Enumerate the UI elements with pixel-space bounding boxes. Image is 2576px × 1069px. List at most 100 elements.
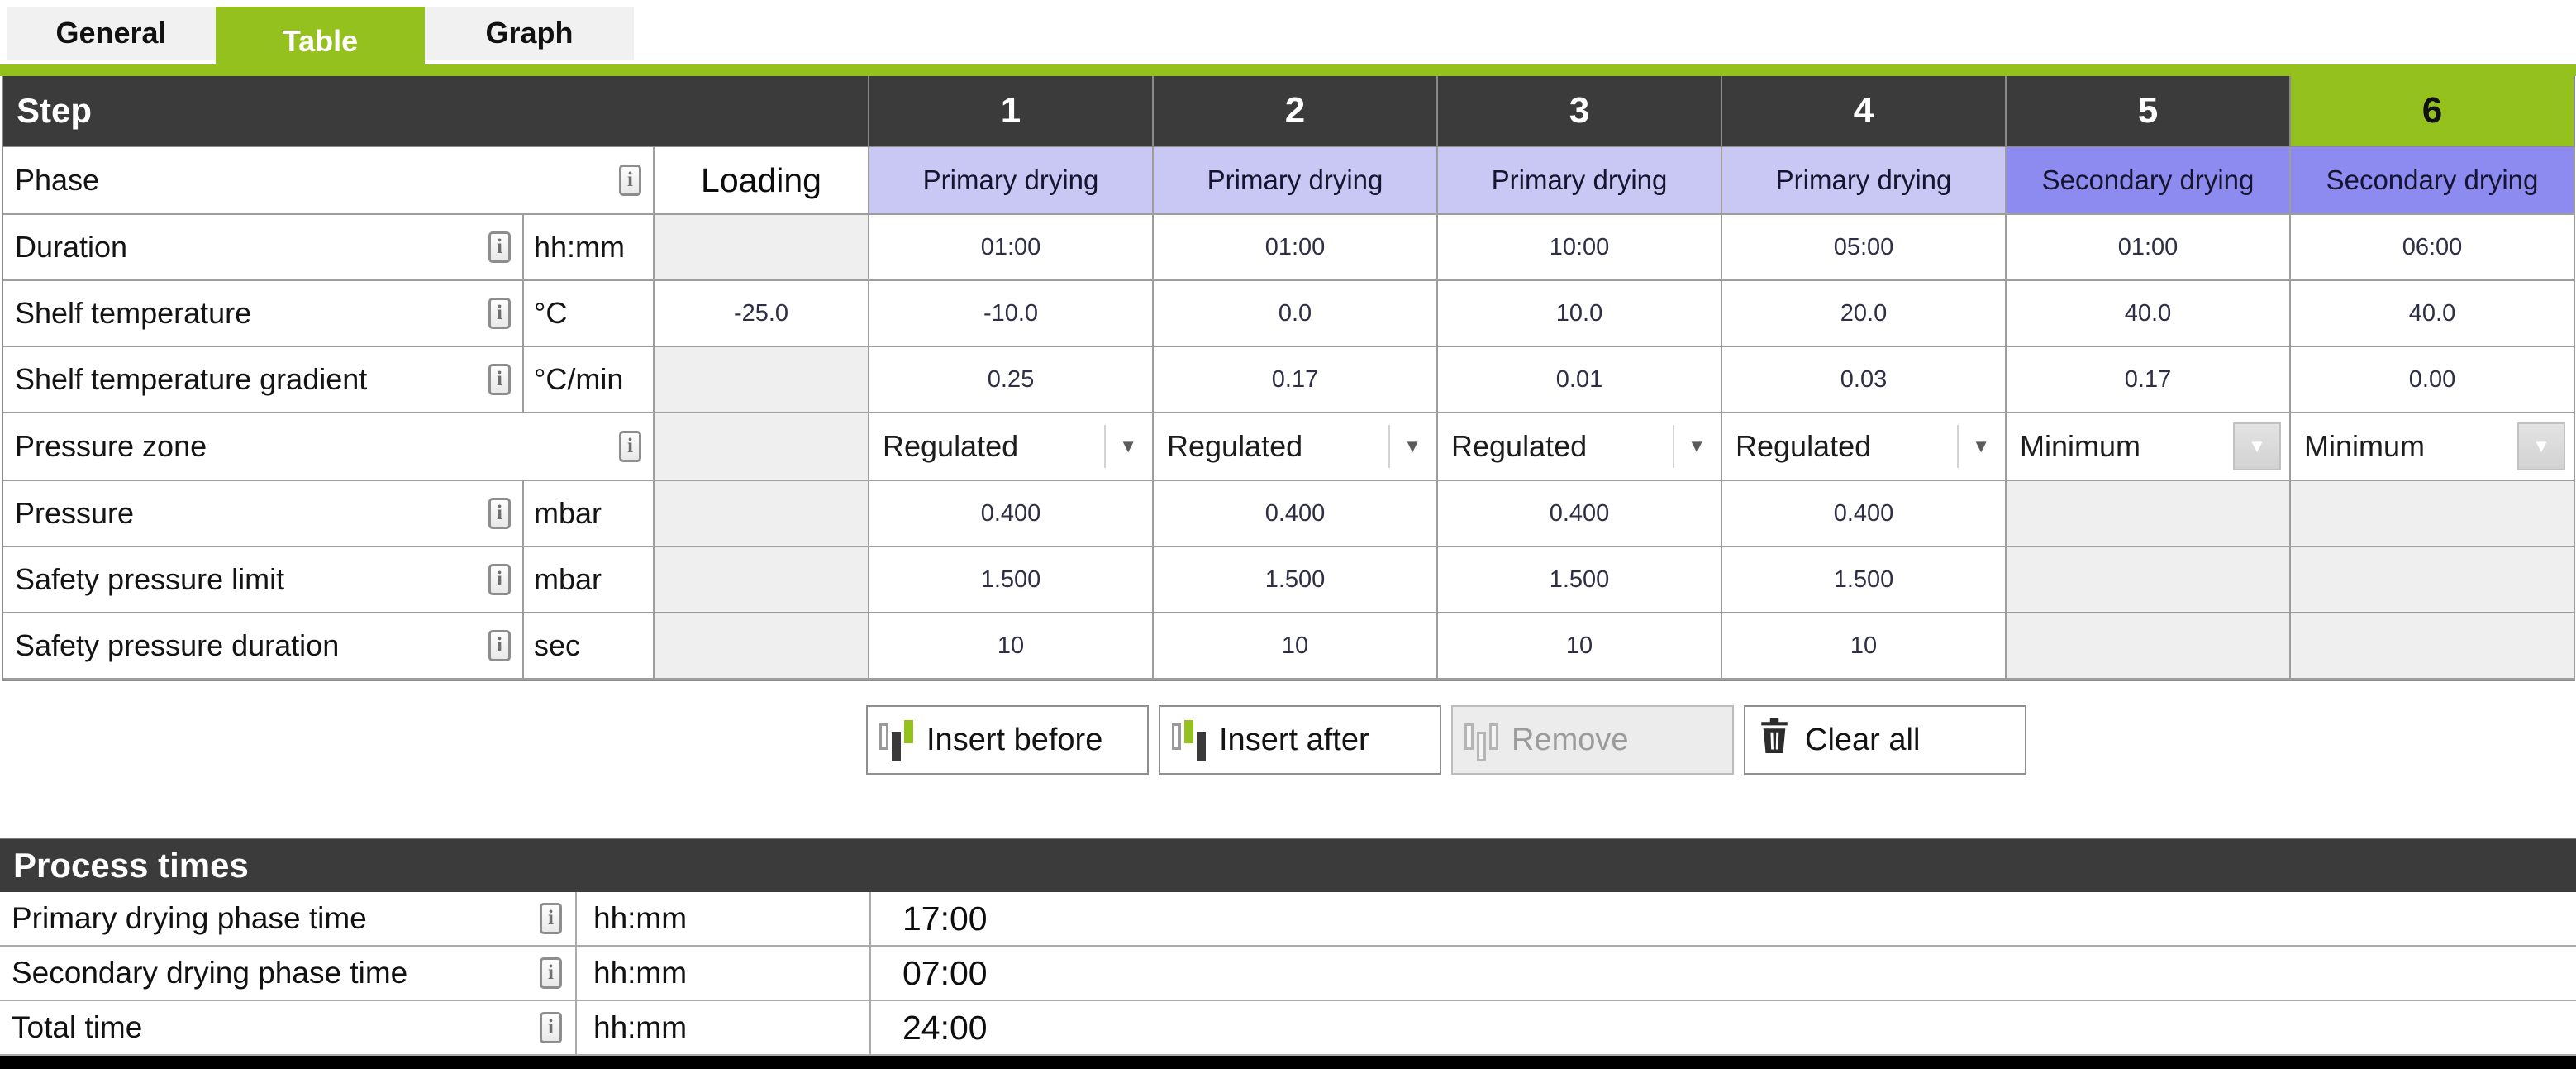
insert-after-button[interactable]: Insert after	[1159, 705, 1441, 775]
info-icon[interactable]: i	[540, 957, 562, 989]
step-column-header-1[interactable]: 1	[869, 76, 1154, 147]
safety-pressure-limit-step-6	[2291, 547, 2575, 613]
remove-button[interactable]: Remove	[1451, 705, 1734, 775]
chevron-down-icon[interactable]: ▼	[2233, 422, 2281, 470]
info-icon[interactable]: i	[619, 165, 641, 196]
dropdown-separator	[1104, 425, 1106, 468]
clear-all-button[interactable]: Clear all	[1744, 705, 2026, 775]
pressure-step-1[interactable]: 0.400	[869, 481, 1154, 547]
info-icon[interactable]: i	[488, 298, 511, 329]
info-icon[interactable]: i	[540, 903, 562, 934]
safety-pressure-duration-step-2[interactable]: 10	[1154, 613, 1438, 680]
info-icon[interactable]: i	[540, 1012, 562, 1043]
phase-cell-step-1: Primary drying	[869, 147, 1154, 215]
step-column-header-5[interactable]: 5	[2007, 76, 2291, 147]
step-column-header-3[interactable]: 3	[1438, 76, 1722, 147]
pressure-step-3[interactable]: 0.400	[1438, 481, 1722, 547]
safety-pressure-duration-step-4[interactable]: 10	[1722, 613, 2007, 680]
loading-safety-pressure-limit	[655, 547, 869, 613]
info-icon[interactable]: i	[488, 630, 511, 661]
shelf-temperature-step-3[interactable]: 10.0	[1438, 281, 1722, 347]
process-times-header: Process times	[0, 838, 2576, 892]
pressure-zone-select-step-4[interactable]: Regulated▼	[1722, 413, 2007, 481]
dropdown-separator	[1388, 425, 1390, 468]
process-time-row: Secondary drying phase time i hh:mm 07:0…	[0, 947, 2576, 1001]
button-label: Clear all	[1805, 723, 1920, 758]
row-label: Shelf temperature gradient	[15, 362, 367, 397]
pressure-zone-select-step-5[interactable]: Minimum▼	[2007, 413, 2291, 481]
row-label-duration: Durationi	[3, 215, 524, 281]
tab-table[interactable]: Table	[216, 7, 425, 76]
row-label: Safety pressure duration	[15, 628, 339, 663]
shelf-temperature-step-2[interactable]: 0.0	[1154, 281, 1438, 347]
shelf-temperature-gradient-step-3[interactable]: 0.01	[1438, 347, 1722, 413]
row-label: Safety pressure limit	[15, 562, 284, 597]
loading-shelf-temperature[interactable]: -25.0	[655, 281, 869, 347]
shelf-temperature-gradient-step-4[interactable]: 0.03	[1722, 347, 2007, 413]
process-times-section: Process times Primary drying phase time …	[0, 838, 2576, 1056]
unit-shelf-temperature: °C	[524, 281, 655, 347]
row-label: Primary drying phase time	[12, 901, 367, 936]
shelf-temperature-gradient-step-1[interactable]: 0.25	[869, 347, 1154, 413]
pressure-step-6	[2291, 481, 2575, 547]
shelf-temperature-gradient-step-5[interactable]: 0.17	[2007, 347, 2291, 413]
safety-pressure-duration-step-3[interactable]: 10	[1438, 613, 1722, 680]
pressure-zone-value: Minimum	[2304, 429, 2517, 464]
row-label: Pressure zone	[15, 429, 207, 464]
safety-pressure-duration-step-5	[2007, 613, 2291, 680]
shelf-temperature-step-6[interactable]: 40.0	[2291, 281, 2575, 347]
safety-pressure-limit-step-3[interactable]: 1.500	[1438, 547, 1722, 613]
secondary-drying-phase-time-value: 07:00	[871, 947, 2576, 1000]
total-time-label: Total time i	[0, 1001, 577, 1054]
duration-step-2[interactable]: 01:00	[1154, 215, 1438, 281]
step-column-header-6[interactable]: 6	[2291, 76, 2575, 147]
info-icon[interactable]: i	[488, 564, 511, 595]
duration-step-4[interactable]: 05:00	[1722, 215, 2007, 281]
shelf-temperature-step-1[interactable]: -10.0	[869, 281, 1154, 347]
dropdown-separator	[1957, 425, 1959, 468]
button-label: Insert after	[1219, 723, 1369, 758]
unit-safety-pressure-limit: mbar	[524, 547, 655, 613]
pressure-zone-select-step-2[interactable]: Regulated ▼	[1154, 413, 1438, 481]
chevron-down-icon[interactable]: ▼	[1688, 436, 1712, 457]
info-icon[interactable]: i	[619, 431, 641, 462]
pressure-zone-value: Regulated	[1167, 429, 1388, 464]
shelf-temperature-step-4[interactable]: 20.0	[1722, 281, 2007, 347]
pressure-step-4[interactable]: 0.400	[1722, 481, 2007, 547]
duration-step-6[interactable]: 06:00	[2291, 215, 2575, 281]
safety-pressure-limit-step-4[interactable]: 1.500	[1722, 547, 2007, 613]
step-column-header-4[interactable]: 4	[1722, 76, 2007, 147]
pressure-zone-select-step-3[interactable]: Regulated▼	[1438, 413, 1722, 481]
tab-graph[interactable]: Graph	[425, 7, 634, 60]
row-label: Phase	[15, 163, 99, 198]
info-icon[interactable]: i	[488, 364, 511, 395]
safety-pressure-limit-step-2[interactable]: 1.500	[1154, 547, 1438, 613]
info-icon[interactable]: i	[488, 231, 511, 263]
chevron-down-icon[interactable]: ▼	[1119, 436, 1144, 457]
duration-step-3[interactable]: 10:00	[1438, 215, 1722, 281]
shelf-temperature-gradient-step-2[interactable]: 0.17	[1154, 347, 1438, 413]
pressure-zone-value: Minimum	[2020, 429, 2233, 464]
shelf-temperature-step-5[interactable]: 40.0	[2007, 281, 2291, 347]
chevron-down-icon[interactable]: ▼	[2517, 422, 2565, 470]
chevron-down-icon[interactable]: ▼	[1972, 436, 1997, 457]
safety-pressure-duration-step-1[interactable]: 10	[869, 613, 1154, 680]
info-icon[interactable]: i	[488, 498, 511, 529]
row-label: Total time	[12, 1010, 142, 1045]
safety-pressure-limit-step-1[interactable]: 1.500	[869, 547, 1154, 613]
pressure-zone-select-step-6[interactable]: Minimum▼	[2291, 413, 2575, 481]
step-column-header-2[interactable]: 2	[1154, 76, 1438, 147]
shelf-temperature-gradient-step-6[interactable]: 0.00	[2291, 347, 2575, 413]
duration-step-5[interactable]: 01:00	[2007, 215, 2291, 281]
dropdown-separator	[1673, 425, 1674, 468]
phase-cell-step-3: Primary drying	[1438, 147, 1722, 215]
pressure-zone-select-step-1[interactable]: Regulated▼	[869, 413, 1154, 481]
chevron-down-icon[interactable]: ▼	[1403, 436, 1428, 457]
row-label-shelf-temperature-gradient: Shelf temperature gradient i	[3, 347, 524, 413]
pressure-step-2[interactable]: 0.400	[1154, 481, 1438, 547]
tab-general[interactable]: General	[7, 7, 216, 60]
duration-step-1[interactable]: 01:00	[869, 215, 1154, 281]
insert-after-icon	[1172, 718, 1206, 761]
insert-before-button[interactable]: Insert before	[866, 705, 1149, 775]
step-action-buttons: Insert before Insert after Remove Clear …	[866, 705, 2026, 775]
